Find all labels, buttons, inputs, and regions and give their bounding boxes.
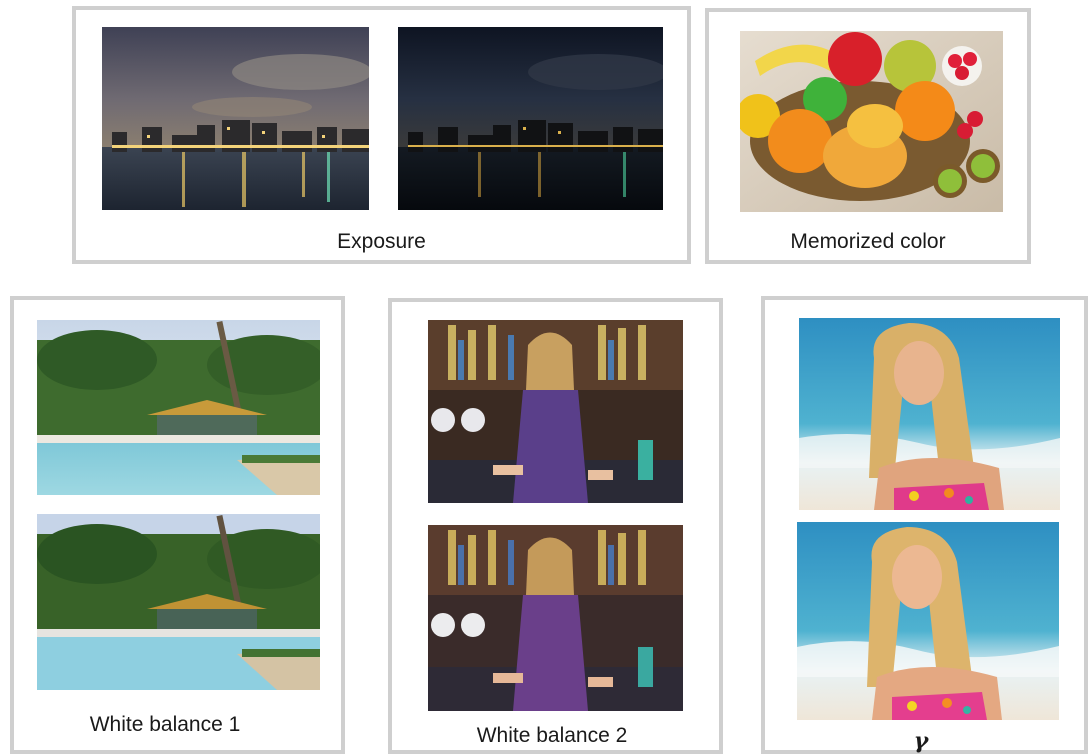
white-balance-2-photo-bottom xyxy=(428,525,683,711)
white-balance-1-photo-top xyxy=(37,320,320,495)
gamma-photo-top xyxy=(799,318,1060,510)
memorized-color-caption: Memorized color xyxy=(790,230,946,253)
gamma-photo-bottom xyxy=(797,522,1059,720)
white-balance-2-caption: White balance 2 xyxy=(476,724,628,747)
white-balance-1-caption: White balance 1 xyxy=(89,713,241,736)
memorized-color-photo xyxy=(740,31,1003,212)
exposure-photo-normal xyxy=(102,27,369,210)
exposure-panel: Exposure xyxy=(72,6,691,264)
white-balance-1-panel: White balance 1 xyxy=(10,296,345,754)
gamma-panel: γ xyxy=(761,296,1088,754)
memorized-color-panel: Memorized color xyxy=(705,8,1031,264)
white-balance-1-photo-bottom xyxy=(37,514,320,690)
white-balance-2-panel: White balance 2 xyxy=(388,298,723,754)
gamma-caption: γ xyxy=(913,728,929,754)
exposure-caption: Exposure xyxy=(337,230,426,253)
exposure-photo-dark xyxy=(398,27,663,210)
white-balance-2-photo-top xyxy=(428,320,683,503)
